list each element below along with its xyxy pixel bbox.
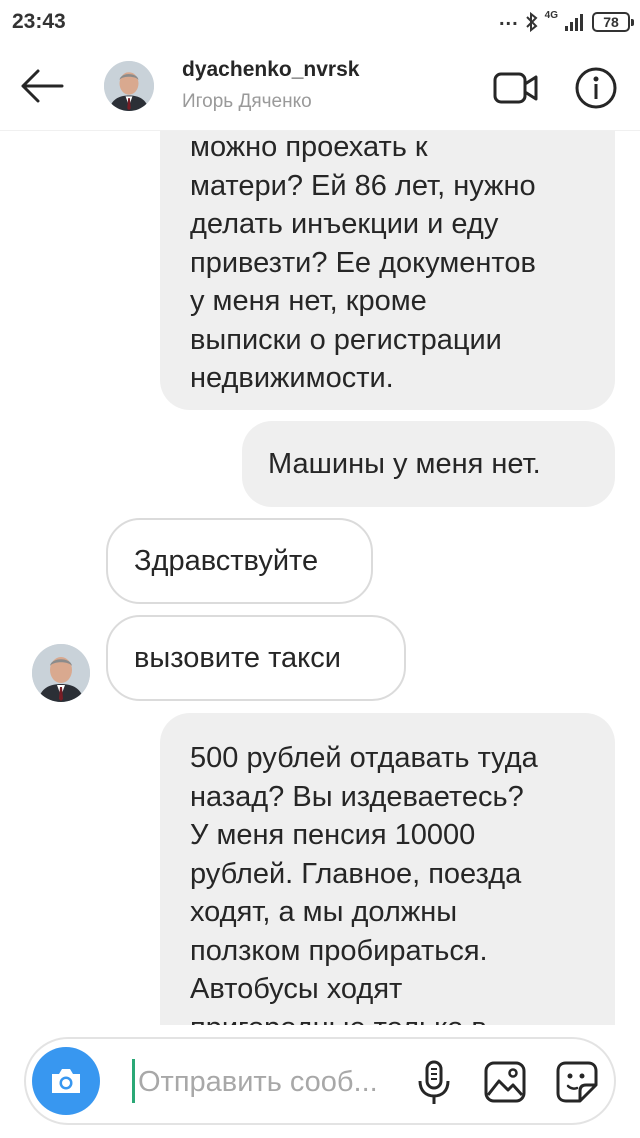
message-text: вызовите такси bbox=[134, 641, 341, 674]
back-button[interactable] bbox=[18, 66, 66, 106]
camera-icon bbox=[52, 1069, 80, 1093]
info-icon bbox=[575, 67, 617, 109]
avatar-photo-icon bbox=[32, 644, 90, 702]
header-avatar[interactable] bbox=[104, 61, 154, 111]
chat-header: dyachenko_nvrsk Игорь Дяченко bbox=[0, 44, 640, 131]
message-composer bbox=[24, 1037, 616, 1125]
message-line: можно проехать к bbox=[190, 131, 428, 163]
message-line: у меня нет, кроме bbox=[190, 285, 427, 317]
message-line: привезти? Ее документов bbox=[190, 246, 536, 279]
message-outgoing[interactable]: можно проехать к матери? Ей 86 лет, нужн… bbox=[160, 90, 615, 410]
bluetooth-icon bbox=[525, 11, 538, 33]
voice-message-button[interactable] bbox=[412, 1059, 456, 1107]
sticker-button[interactable] bbox=[554, 1059, 600, 1105]
message-outgoing[interactable]: Машины у меня нет. bbox=[242, 421, 615, 507]
avatar-photo-icon bbox=[104, 61, 154, 111]
camera-button[interactable] bbox=[32, 1047, 100, 1115]
message-incoming[interactable]: вызовите такси bbox=[106, 615, 406, 701]
message-line: Автобусы ходят bbox=[190, 973, 403, 1005]
message-line: рублей. Главное, поезда bbox=[190, 857, 522, 890]
video-call-button[interactable] bbox=[492, 68, 540, 108]
microphone-icon bbox=[418, 1060, 450, 1104]
info-button[interactable] bbox=[574, 66, 618, 110]
battery-indicator: 78 bbox=[592, 12, 634, 32]
message-line: ползком пробираться. bbox=[190, 934, 488, 967]
status-time: 23:43 bbox=[12, 10, 66, 33]
message-line: выписки о регистрации bbox=[190, 323, 502, 356]
video-camera-icon bbox=[493, 72, 538, 104]
message-line: назад? Вы издеваетесь? bbox=[190, 780, 524, 813]
message-text: Машины у меня нет. bbox=[268, 447, 541, 480]
sender-avatar[interactable] bbox=[32, 644, 90, 702]
message-text: Здравствуйте bbox=[134, 544, 319, 577]
sticker-icon bbox=[556, 1061, 598, 1103]
message-line: У меня пенсия 10000 bbox=[190, 819, 476, 851]
chat-full-name: Игорь Дяченко bbox=[182, 91, 312, 112]
arrow-left-icon bbox=[21, 69, 64, 103]
notification-dots: ... bbox=[498, 8, 519, 30]
status-bar: 23:43 ... 4G 78 bbox=[0, 0, 640, 44]
message-line: недвижимости. bbox=[190, 362, 394, 394]
message-incoming[interactable]: Здравствуйте bbox=[106, 518, 373, 604]
status-icons: ... 4G 78 bbox=[498, 8, 634, 36]
message-line: 500 рублей отдавать туда bbox=[190, 742, 538, 774]
chat-username[interactable]: dyachenko_nvrsk bbox=[182, 58, 359, 82]
network-label: 4G bbox=[544, 10, 558, 21]
message-input[interactable] bbox=[136, 1049, 410, 1115]
message-line: матери? Ей 86 лет, нужно bbox=[190, 169, 536, 202]
message-line: делать инъекции и еду bbox=[190, 208, 499, 240]
gallery-button[interactable] bbox=[482, 1059, 528, 1105]
signal-icon bbox=[565, 14, 583, 31]
message-line: ходят, а мы должны bbox=[190, 896, 458, 928]
gallery-icon bbox=[484, 1061, 526, 1103]
text-cursor bbox=[132, 1059, 135, 1103]
